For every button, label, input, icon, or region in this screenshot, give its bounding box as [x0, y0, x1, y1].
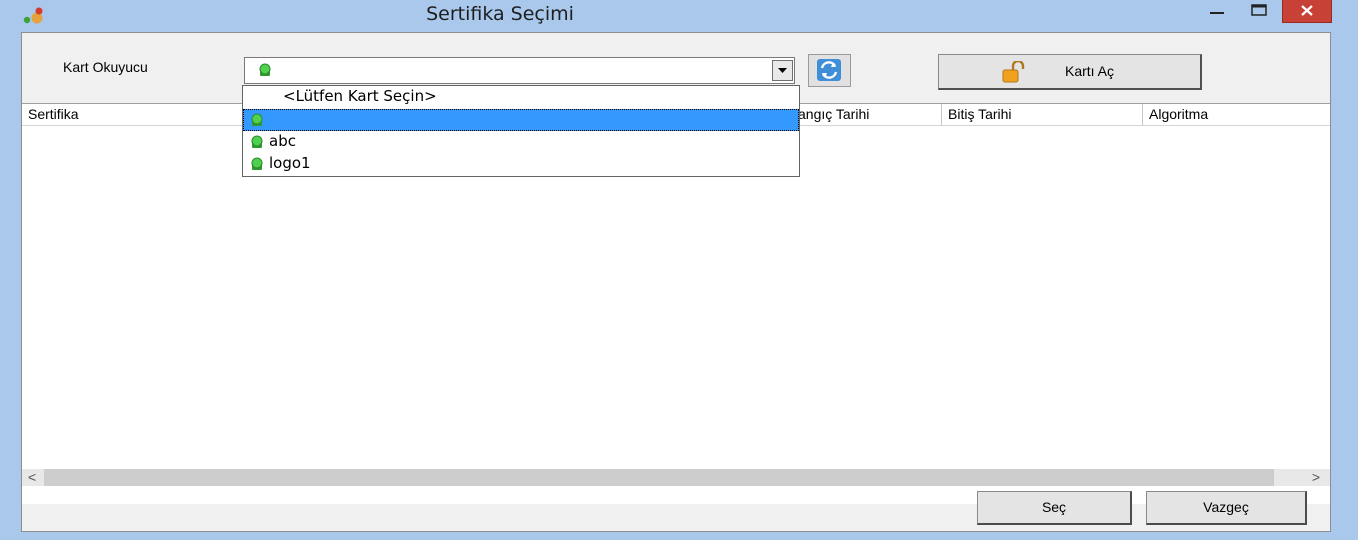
close-button[interactable] [1282, 0, 1332, 23]
column-start-date[interactable]: angıç Tarihi [793, 104, 942, 125]
card-reader-combobox[interactable] [244, 57, 795, 84]
scroll-thumb[interactable] [44, 469, 1274, 486]
minimize-icon[interactable] [1198, 0, 1238, 24]
close-icon [1301, 5, 1313, 16]
unlock-icon [1002, 61, 1025, 83]
dropdown-item-selected[interactable] [243, 109, 799, 131]
open-card-button[interactable]: Kartı Aç [938, 54, 1202, 90]
dialog-window: Sertifika Seçimi Kart Okuyucu Kartı Aç S… [0, 0, 1358, 540]
led-icon [259, 63, 271, 76]
led-icon [251, 135, 263, 148]
open-card-label: Kartı Aç [1065, 63, 1115, 79]
dropdown-item-abc[interactable]: abc [243, 131, 799, 153]
scroll-left-icon[interactable]: < [28, 469, 36, 485]
refresh-icon [817, 59, 841, 81]
refresh-button[interactable] [808, 54, 851, 87]
card-dropdown-list[interactable]: <Lütfen Kart Seçin> abc logo1 [242, 85, 800, 177]
column-algorithm[interactable]: Algoritma [1143, 104, 1330, 125]
chevron-down-icon [778, 68, 787, 73]
dropdown-item-logo1[interactable]: logo1 [243, 153, 799, 175]
led-icon [251, 113, 263, 126]
dropdown-arrow-button[interactable] [772, 60, 793, 81]
cancel-button[interactable]: Vazgeç [1146, 491, 1307, 525]
dropdown-placeholder-item[interactable]: <Lütfen Kart Seçin> [243, 86, 799, 108]
scroll-right-icon[interactable]: > [1312, 469, 1320, 485]
title-bar[interactable]: Sertifika Seçimi [0, 0, 1358, 32]
maximize-icon[interactable] [1240, 0, 1278, 24]
horizontal-scrollbar[interactable]: < > [22, 469, 1330, 486]
led-icon [251, 157, 263, 170]
window-title: Sertifika Seçimi [426, 3, 574, 25]
select-button[interactable]: Seç [977, 491, 1132, 525]
card-reader-label: Kart Okuyucu [63, 59, 148, 75]
column-end-date[interactable]: Bitiş Tarihi [942, 104, 1143, 125]
